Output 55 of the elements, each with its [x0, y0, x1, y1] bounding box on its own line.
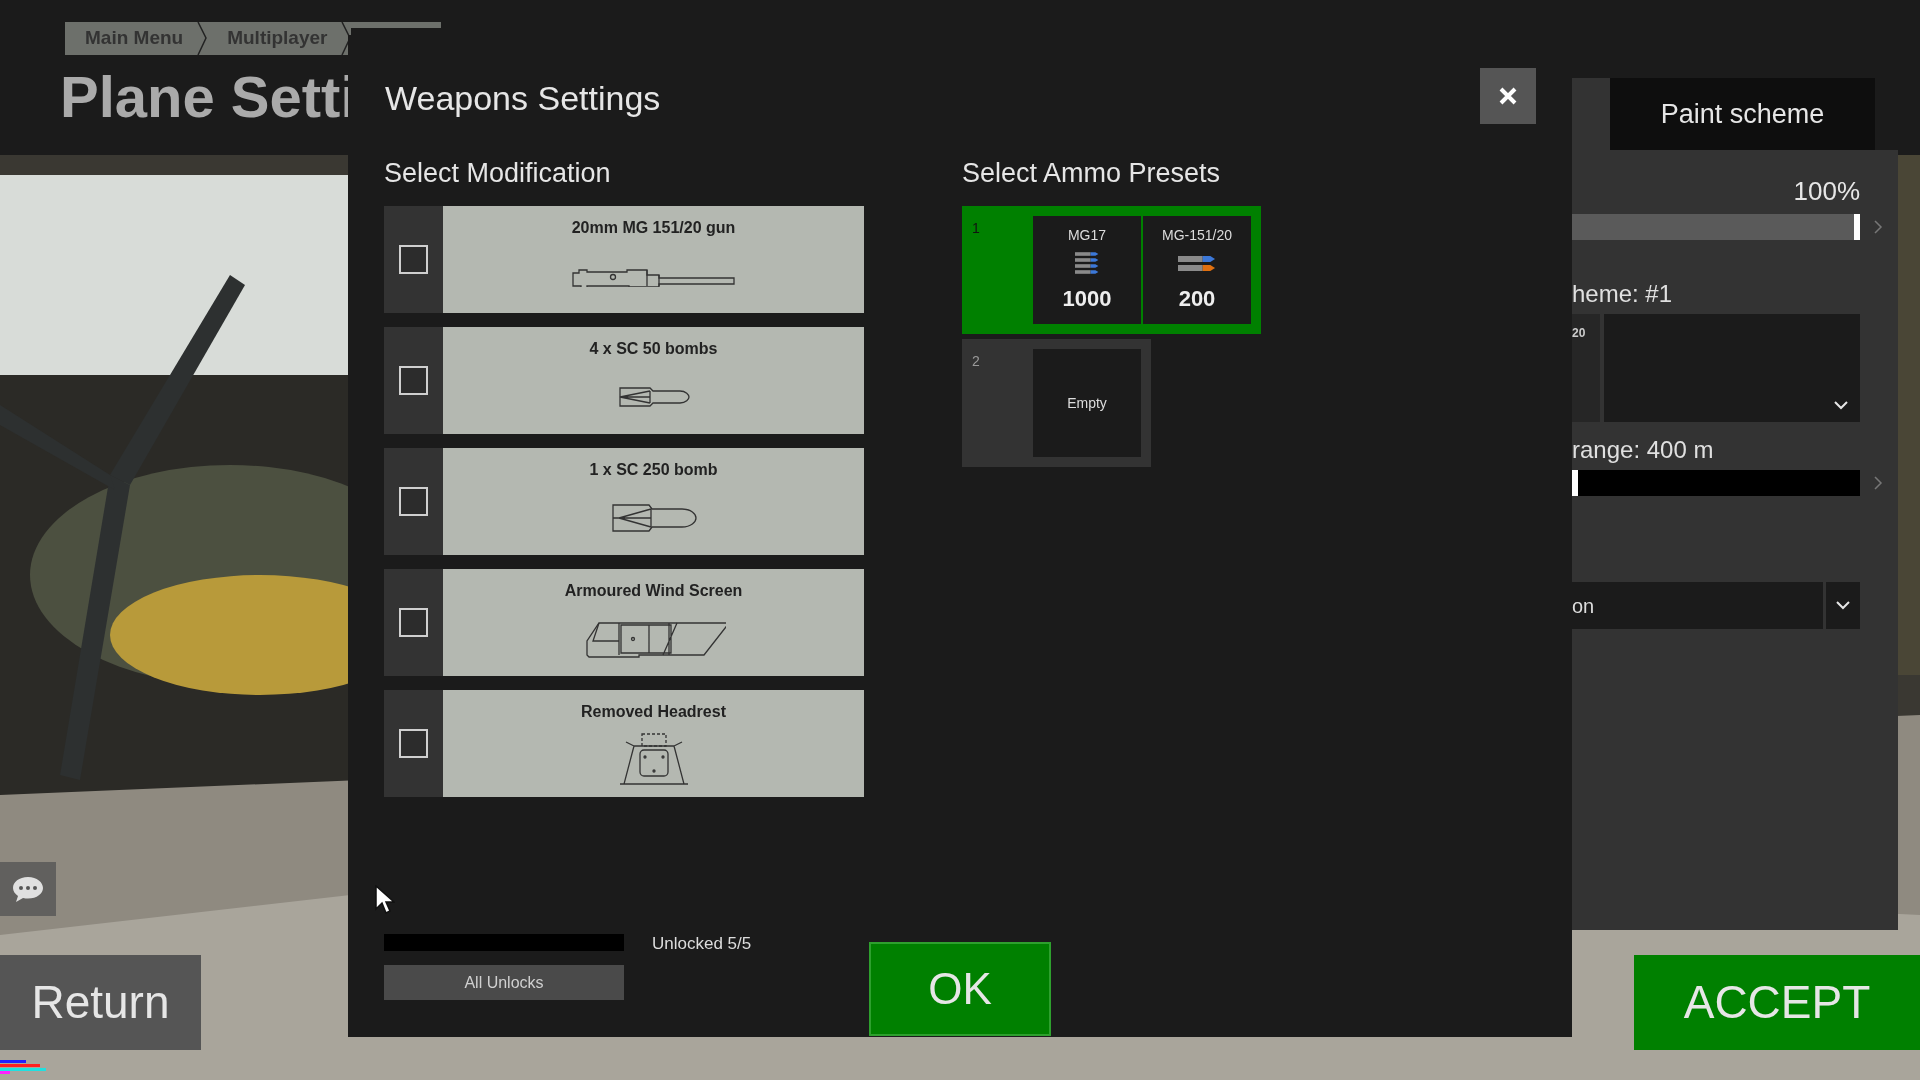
ammo-name: MG-151/20 [1161, 226, 1232, 245]
section-heading: Select Modification [384, 157, 612, 190]
dropdown-field[interactable]: on [1572, 582, 1823, 629]
checkbox[interactable] [399, 729, 428, 758]
slider-thumb[interactable] [1854, 214, 1860, 240]
ammo-preset[interactable]: 2 Empty [962, 339, 1151, 467]
modification-card[interactable]: 4 x SC 50 bombs [443, 327, 864, 434]
chevron-right-icon [1874, 476, 1883, 490]
scheme-thumbnail-label: 20 [1572, 326, 1586, 340]
setting-label: heme: #1 [1572, 279, 1673, 309]
chevron-right-icon [1874, 220, 1883, 234]
unlock-status: Unlocked 5/5 [652, 933, 752, 955]
modification-card[interactable]: Armoured Wind Screen [443, 569, 864, 676]
slider-thumb[interactable] [1572, 470, 1578, 496]
chat-icon [11, 875, 45, 903]
cursor-icon [375, 885, 395, 915]
modification-label: Armoured Wind Screen [564, 581, 743, 601]
slider-track[interactable] [1572, 214, 1860, 240]
close-icon [1498, 86, 1518, 106]
modification-label: 4 x SC 50 bombs [589, 339, 718, 359]
chevron-down-icon [1834, 401, 1848, 410]
preset-number: 1 [972, 220, 980, 236]
paint-scheme-tab[interactable]: Paint scheme [1610, 78, 1875, 150]
preset-number: 2 [972, 353, 980, 369]
debug-lines-drawing [0, 1060, 48, 1074]
bullets-icon [1075, 251, 1099, 277]
ammo-count: 1000 [1062, 285, 1112, 313]
ammo-preset[interactable]: 1 MG17 1000 MG-151/20 200 [962, 206, 1261, 334]
setting-label: range: 400 m [1572, 435, 1714, 465]
modification-label: 1 x SC 250 bomb [589, 460, 718, 480]
modification-card[interactable]: 1 x SC 250 bomb [443, 448, 864, 555]
section-heading: Select Ammo Presets [962, 157, 1222, 190]
ok-button[interactable]: OK [869, 942, 1051, 1036]
modification-label: 20mm MG 151/20 gun [571, 218, 736, 238]
ammo-name: MG17 [1067, 226, 1107, 245]
slider-track[interactable] [1572, 470, 1860, 496]
return-button[interactable]: Return [0, 955, 201, 1050]
all-unlocks-button[interactable]: All Unlocks [384, 965, 624, 1000]
close-button[interactable] [1480, 68, 1536, 124]
slider-reading: 100% [1793, 175, 1860, 208]
checkbox[interactable] [399, 487, 428, 516]
chevron-down-icon [1836, 601, 1850, 610]
empty-label: Empty [1067, 393, 1107, 413]
dialog-title: Weapons Settings [385, 78, 661, 119]
checkbox[interactable] [399, 366, 428, 395]
modification-card[interactable]: 20mm MG 151/20 gun [443, 206, 864, 313]
ammo-count: 200 [1178, 285, 1216, 313]
chat-button[interactable] [0, 862, 56, 916]
accept-button[interactable]: ACCEPT [1634, 955, 1920, 1050]
checkbox[interactable] [399, 245, 428, 274]
dropdown-button[interactable] [1826, 582, 1860, 629]
checkbox[interactable] [399, 608, 428, 637]
bullets-icon [1178, 255, 1216, 273]
modification-card[interactable]: Removed Headrest [443, 690, 864, 797]
modification-label: Removed Headrest [581, 702, 726, 722]
